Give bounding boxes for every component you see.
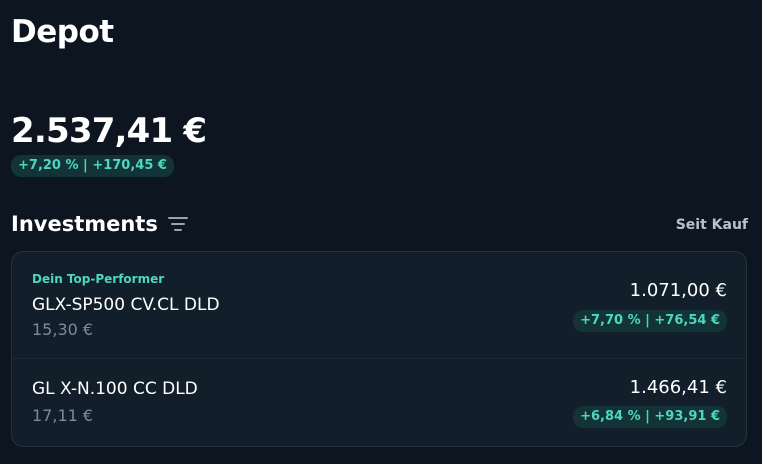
- holding-row[interactable]: GL X-N.100 CC DLD 17,11 € 1.466,41 € +6,…: [12, 358, 746, 446]
- investments-header: Investments: [11, 210, 190, 238]
- portfolio-performance-badge: +7,20 % | +170,45 €: [11, 155, 174, 177]
- holding-price: 15,30 €: [32, 320, 94, 339]
- holding-value: 1.071,00 €: [629, 280, 727, 301]
- holding-performance-badge: +6,84 % | +93,91 €: [573, 406, 727, 428]
- holding-value: 1.466,41 €: [629, 377, 727, 398]
- holding-row[interactable]: Dein Top-Performer GLX-SP500 CV.CL DLD 1…: [12, 252, 746, 358]
- portfolio-total-value: 2.537,41 €: [11, 111, 207, 151]
- period-toggle[interactable]: Seit Kauf: [676, 214, 748, 236]
- filter-icon-graphic: [167, 217, 188, 231]
- filter-icon[interactable]: [166, 210, 190, 238]
- holding-price: 17,11 €: [32, 406, 94, 425]
- holding-name: GL X-N.100 CC DLD: [32, 379, 198, 399]
- top-performer-tag: Dein Top-Performer: [32, 272, 165, 286]
- holdings-card: Dein Top-Performer GLX-SP500 CV.CL DLD 1…: [11, 251, 747, 447]
- holding-name: GLX-SP500 CV.CL DLD: [32, 295, 220, 315]
- holding-performance-badge: +7,70 % | +76,54 €: [573, 310, 727, 332]
- page-title: Depot: [11, 14, 114, 50]
- depot-screen: Depot 2.537,41 € +7,20 % | +170,45 € Inv…: [0, 0, 762, 464]
- investments-title: Investments: [11, 212, 158, 236]
